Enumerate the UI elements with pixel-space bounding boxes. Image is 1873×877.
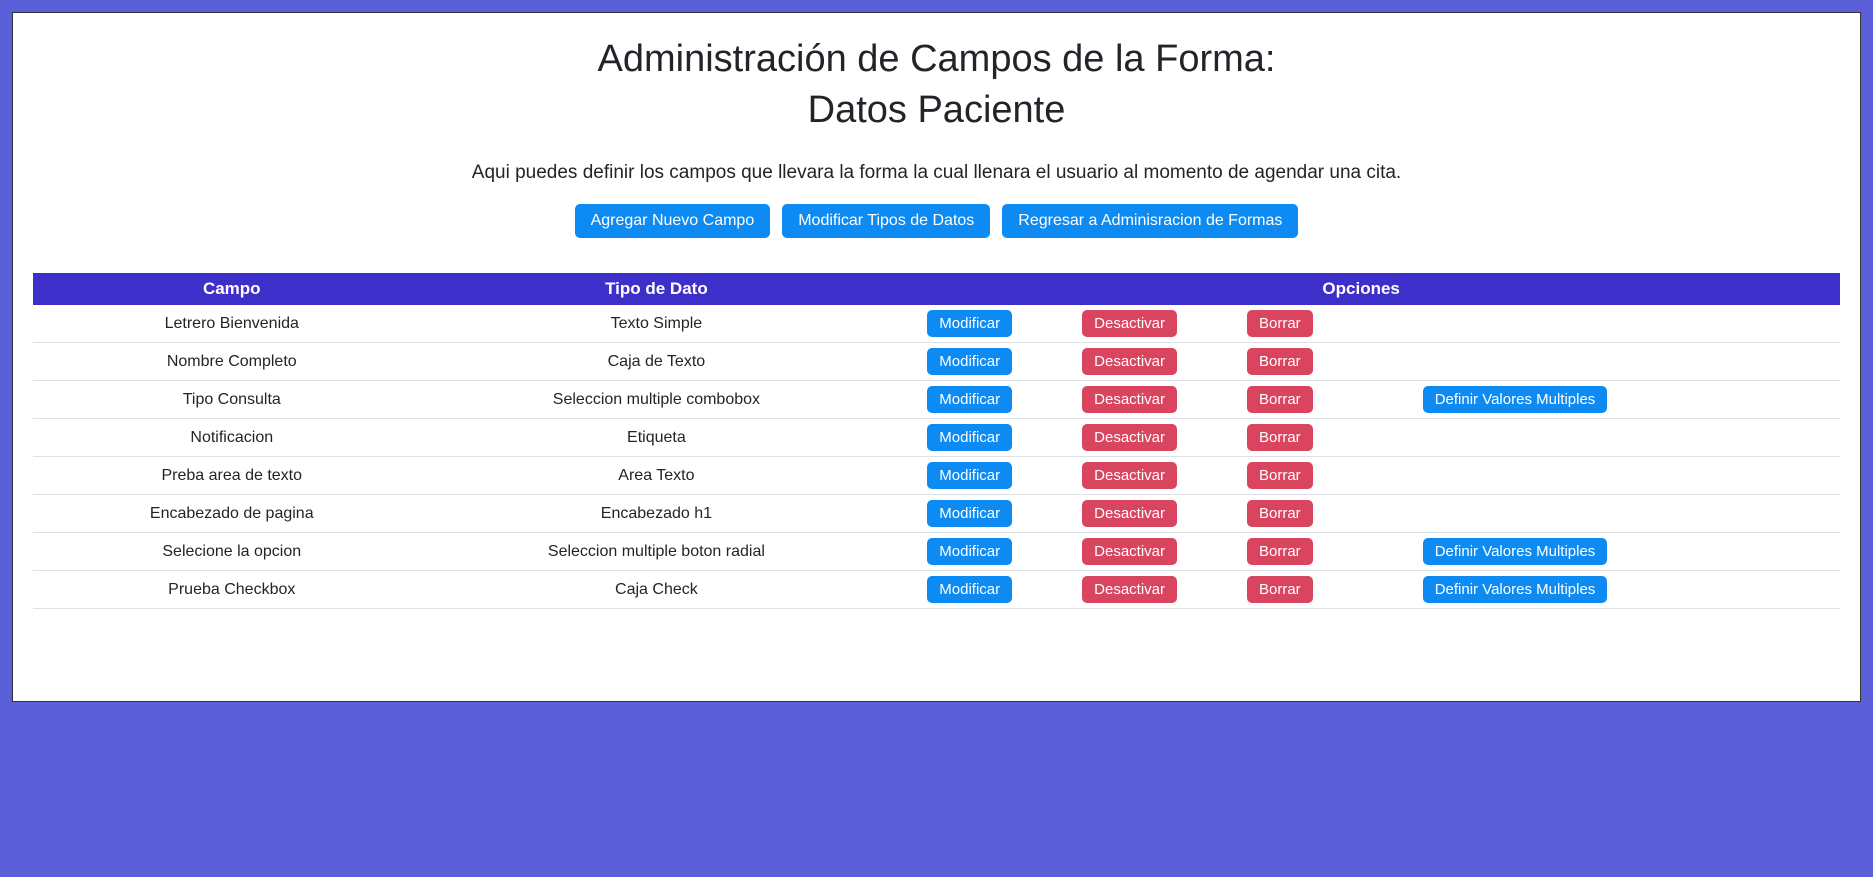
define-multiples-button[interactable]: Definir Valores Multiples: [1423, 576, 1608, 603]
deactivate-button[interactable]: Desactivar: [1082, 538, 1177, 565]
deactivate-button[interactable]: Desactivar: [1082, 424, 1177, 451]
delete-button[interactable]: Borrar: [1247, 348, 1313, 375]
deactivate-button[interactable]: Desactivar: [1082, 576, 1177, 603]
table-row: Nombre CompletoCaja de Texto Modificar Des…: [33, 343, 1840, 381]
cell-opciones: Modificar Desactivar Borrar: [882, 343, 1840, 381]
cell-tipo: Seleccion multiple combobox: [431, 381, 883, 419]
page-title-line2: Datos Paciente: [33, 89, 1840, 132]
page-description: Aqui puedes definir los campos que lleva…: [33, 162, 1840, 184]
delete-button[interactable]: Borrar: [1247, 576, 1313, 603]
cell-campo: Encabezado de pagina: [33, 495, 431, 533]
cell-campo: Notificacion: [33, 419, 431, 457]
table-row: NotificacionEtiqueta Modificar Desactivar B…: [33, 419, 1840, 457]
cell-tipo: Caja de Texto: [431, 343, 883, 381]
table-row: Selecione la opcionSeleccion multiple bo…: [33, 533, 1840, 571]
cell-tipo: Etiqueta: [431, 419, 883, 457]
delete-button[interactable]: Borrar: [1247, 386, 1313, 413]
cell-opciones: Modificar Desactivar Borrar Definir Valores…: [882, 571, 1840, 609]
fields-table: Campo Tipo de Dato Opciones Letrero Bien…: [33, 273, 1840, 609]
header-section: Administración de Campos de la Forma: Da…: [33, 38, 1840, 238]
define-multiples-button[interactable]: Definir Valores Multiples: [1423, 386, 1608, 413]
cell-tipo: Encabezado h1: [431, 495, 883, 533]
header-opciones: Opciones: [882, 273, 1840, 305]
cell-tipo: Caja Check: [431, 571, 883, 609]
modify-button[interactable]: Modificar: [927, 576, 1012, 603]
modify-button[interactable]: Modificar: [927, 424, 1012, 451]
cell-campo: Letrero Bienvenida: [33, 305, 431, 343]
table-row: Prueba CheckboxCaja Check Modificar Desact…: [33, 571, 1840, 609]
deactivate-button[interactable]: Desactivar: [1082, 310, 1177, 337]
table-row: Letrero BienvenidaTexto Simple Modificar D…: [33, 305, 1840, 343]
define-multiples-button[interactable]: Definir Valores Multiples: [1423, 538, 1608, 565]
main-container: Administración de Campos de la Forma: Da…: [12, 12, 1861, 702]
cell-opciones: Modificar Desactivar Borrar Definir Valores…: [882, 381, 1840, 419]
cell-tipo: Seleccion multiple boton radial: [431, 533, 883, 571]
cell-opciones: Modificar Desactivar Borrar Definir Valores…: [882, 533, 1840, 571]
modify-button[interactable]: Modificar: [927, 500, 1012, 527]
cell-opciones: Modificar Desactivar Borrar: [882, 305, 1840, 343]
modify-button[interactable]: Modificar: [927, 310, 1012, 337]
modify-button[interactable]: Modificar: [927, 348, 1012, 375]
modify-button[interactable]: Modificar: [927, 386, 1012, 413]
cell-campo: Preba area de texto: [33, 457, 431, 495]
delete-button[interactable]: Borrar: [1247, 538, 1313, 565]
cell-campo: Tipo Consulta: [33, 381, 431, 419]
cell-campo: Nombre Completo: [33, 343, 431, 381]
header-tipo: Tipo de Dato: [431, 273, 883, 305]
return-admin-button[interactable]: Regresar a Adminisracion de Formas: [1002, 204, 1298, 238]
delete-button[interactable]: Borrar: [1247, 424, 1313, 451]
page-title-line1: Administración de Campos de la Forma:: [33, 38, 1840, 81]
cell-campo: Selecione la opcion: [33, 533, 431, 571]
modify-button[interactable]: Modificar: [927, 462, 1012, 489]
delete-button[interactable]: Borrar: [1247, 500, 1313, 527]
deactivate-button[interactable]: Desactivar: [1082, 386, 1177, 413]
cell-opciones: Modificar Desactivar Borrar: [882, 457, 1840, 495]
table-row: Preba area de textoArea Texto Modificar De…: [33, 457, 1840, 495]
table-row: Tipo ConsultaSeleccion multiple combobox…: [33, 381, 1840, 419]
cell-opciones: Modificar Desactivar Borrar: [882, 419, 1840, 457]
table-row: Encabezado de paginaEncabezado h1Modific…: [33, 495, 1840, 533]
delete-button[interactable]: Borrar: [1247, 462, 1313, 489]
cell-tipo: Area Texto: [431, 457, 883, 495]
modify-types-button[interactable]: Modificar Tipos de Datos: [782, 204, 990, 238]
cell-campo: Prueba Checkbox: [33, 571, 431, 609]
deactivate-button[interactable]: Desactivar: [1082, 500, 1177, 527]
modify-button[interactable]: Modificar: [927, 538, 1012, 565]
header-campo: Campo: [33, 273, 431, 305]
cell-opciones: Modificar Desactivar Borrar: [882, 495, 1840, 533]
deactivate-button[interactable]: Desactivar: [1082, 462, 1177, 489]
deactivate-button[interactable]: Desactivar: [1082, 348, 1177, 375]
cell-tipo: Texto Simple: [431, 305, 883, 343]
delete-button[interactable]: Borrar: [1247, 310, 1313, 337]
add-field-button[interactable]: Agregar Nuevo Campo: [575, 204, 771, 238]
top-button-bar: Agregar Nuevo Campo Modificar Tipos de D…: [33, 204, 1840, 238]
